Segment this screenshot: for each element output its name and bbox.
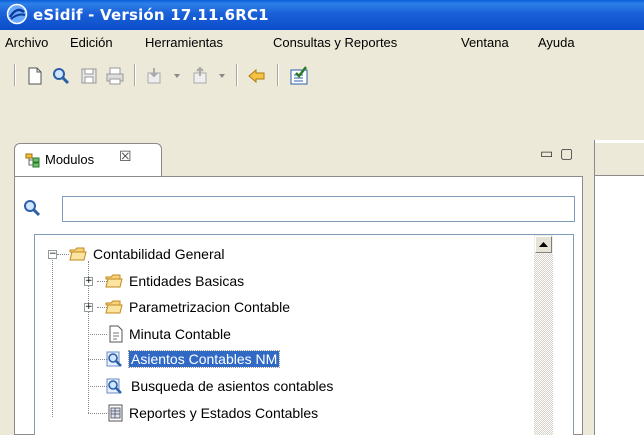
menu-ventana[interactable]: Ventana [461,35,509,50]
tree-node-label: Contabilidad General [93,246,225,262]
tree-connector [88,413,107,415]
menu-ventana-label: Ventana [461,35,509,50]
toolbar-separator [236,64,238,86]
tree-node-label: Reportes y Estados Contables [129,405,319,421]
back-arrow-icon[interactable] [246,65,268,87]
search-document-icon [106,378,122,394]
menu-ayuda[interactable]: Ayuda [538,35,575,50]
tree-connector [88,334,107,336]
open-folder-icon [105,274,123,288]
export-icon[interactable] [190,65,212,87]
import-icon[interactable] [144,65,166,87]
tree-node-label: Busqueda de asientos contables [131,378,334,394]
editor-area [594,140,644,435]
main-toolbar [0,56,644,94]
tree-node-label: Entidades Basicas [129,273,245,289]
tree-vertical-scrollbar[interactable] [534,235,553,435]
menu-herramientas-label: Herramientas [145,35,224,50]
menu-edicion[interactable]: Edición [70,35,113,50]
filter-bar [22,196,575,222]
checklist-icon[interactable] [288,65,310,87]
save-icon[interactable] [78,65,100,87]
new-document-icon[interactable] [24,65,46,87]
title-bar[interactable]: eSidif - Versión 17.11.6RC1 [0,0,644,30]
tree-node-label: Parametrizacion Contable [129,299,291,315]
open-folder-icon [105,300,123,314]
menu-edicion-label: Edición [70,35,113,50]
tree-node-label-selected: Asientos Contables NM [127,350,281,368]
collapse-toggle-icon[interactable]: − [48,250,57,259]
modules-tree: − Contabilidad General + Entidades Basic… [34,234,574,435]
app-logo-icon [6,3,28,25]
scroll-up-button[interactable] [535,236,552,253]
window-title: eSidif - Versión 17.11.6RC1 [33,6,269,24]
menu-ayuda-label: Ayuda [538,35,575,50]
menu-consultas-reportes[interactable]: Consultas y Reportes [273,35,397,50]
tree-connector [52,257,54,417]
document-icon [109,325,123,343]
print-icon[interactable] [104,65,126,87]
menu-bar: Archivo Edición Herramientas Consultas y… [0,30,644,54]
menu-archivo[interactable]: Archivo [5,35,48,50]
editor-tabbar [595,143,644,176]
minimize-view-icon[interactable]: ▭ [540,146,553,162]
maximize-view-icon[interactable]: ▢ [560,146,573,162]
import-dropdown-icon[interactable] [174,74,180,78]
close-icon[interactable]: ☒ [119,149,132,165]
toolbar-separator [14,64,16,86]
export-dropdown-icon[interactable] [219,74,225,78]
toolbar-separator [134,64,136,86]
menu-archivo-label: Archivo [5,35,49,50]
tab-modulos-label: Modulos [45,152,95,167]
menu-consultas-label: Consultas y Reportes [273,35,398,50]
toolbar-separator [277,64,279,86]
open-folder-icon [69,247,87,261]
report-icon [108,404,123,422]
scroll-up-arrow-icon [539,242,548,247]
search-document-icon [106,351,122,367]
search-icon[interactable] [50,65,72,87]
expand-toggle-icon[interactable]: + [84,277,93,286]
tree-connector [57,254,69,256]
scrollbar-track[interactable] [534,254,553,435]
search-icon [24,200,41,217]
tab-modulos[interactable]: Modulos ☒ [14,143,162,177]
expand-toggle-icon[interactable]: + [84,303,93,312]
tree-node-label: Minuta Contable [129,326,231,342]
modules-view-icon [25,153,40,168]
menu-herramientas[interactable]: Herramientas [145,35,223,50]
search-input[interactable] [62,196,575,222]
